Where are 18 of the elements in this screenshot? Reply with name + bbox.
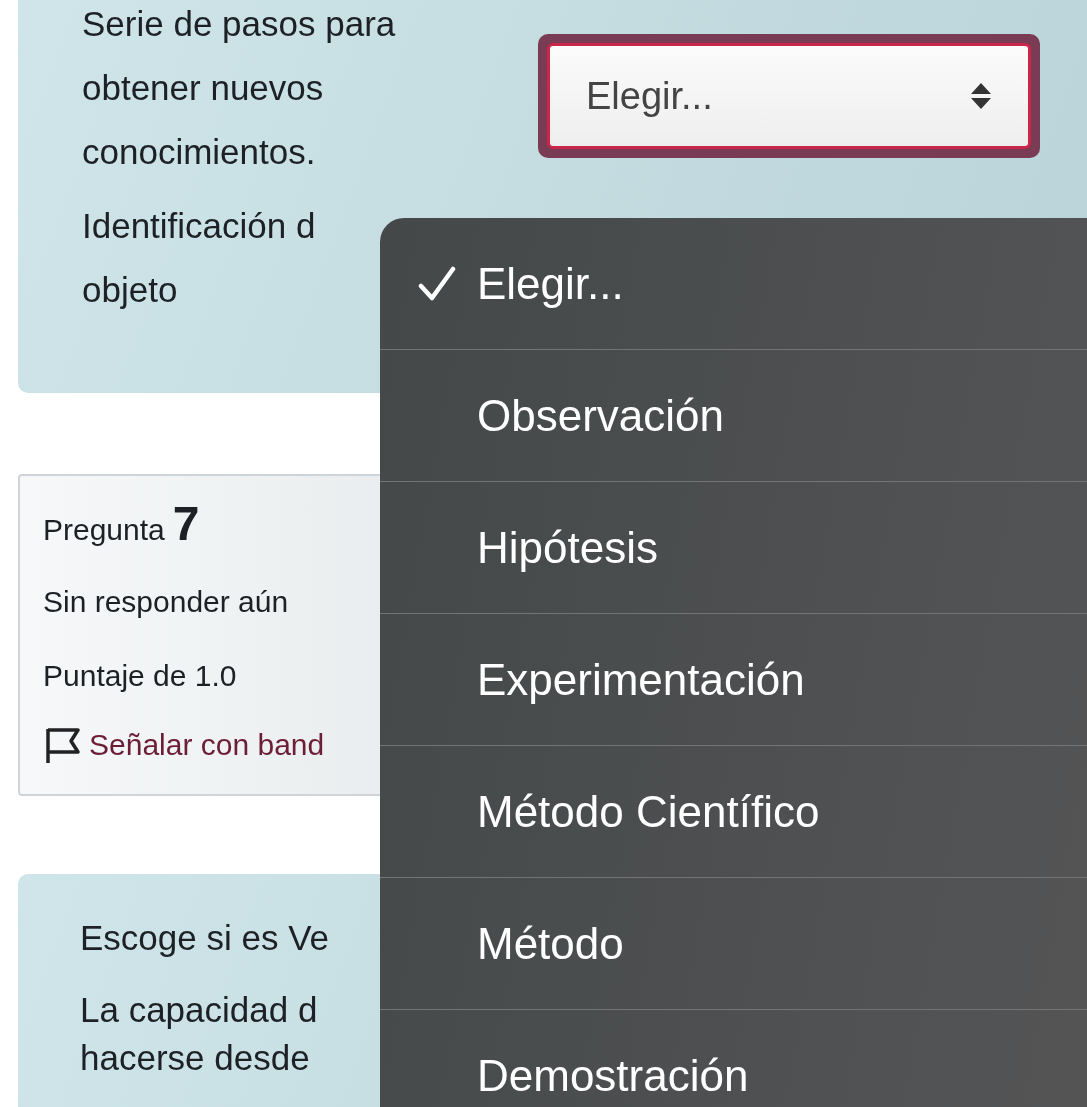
- sort-caret-icon: [970, 81, 992, 111]
- answer-select[interactable]: Elegir...: [538, 34, 1040, 158]
- question-title: Escoge si es Ve: [80, 917, 330, 959]
- dropdown-option[interactable]: Demostración: [380, 1010, 1087, 1107]
- dropdown-option[interactable]: Elegir...: [380, 218, 1087, 350]
- question-prompt: Identificación d objeto: [82, 205, 317, 311]
- question-prompt: Serie de pasos para obtener nuevos conocimientos.: [82, 3, 397, 173]
- dropdown-option[interactable]: Observación: [380, 350, 1087, 482]
- dropdown-option[interactable]: Experimentación: [380, 614, 1087, 746]
- question-number: 7: [172, 496, 200, 551]
- question-status: Sin responder aún: [43, 585, 290, 619]
- question-text: La capacidad d hacerse desde: [80, 989, 319, 1079]
- flag-question-link[interactable]: Señalar con band: [89, 728, 325, 762]
- question-label: Pregunta: [43, 513, 165, 547]
- dropdown-option[interactable]: Método Científico: [380, 746, 1087, 878]
- dropdown-option[interactable]: Método: [380, 878, 1087, 1010]
- dropdown-option[interactable]: Hipótesis: [380, 482, 1087, 614]
- flag-icon[interactable]: [43, 725, 83, 765]
